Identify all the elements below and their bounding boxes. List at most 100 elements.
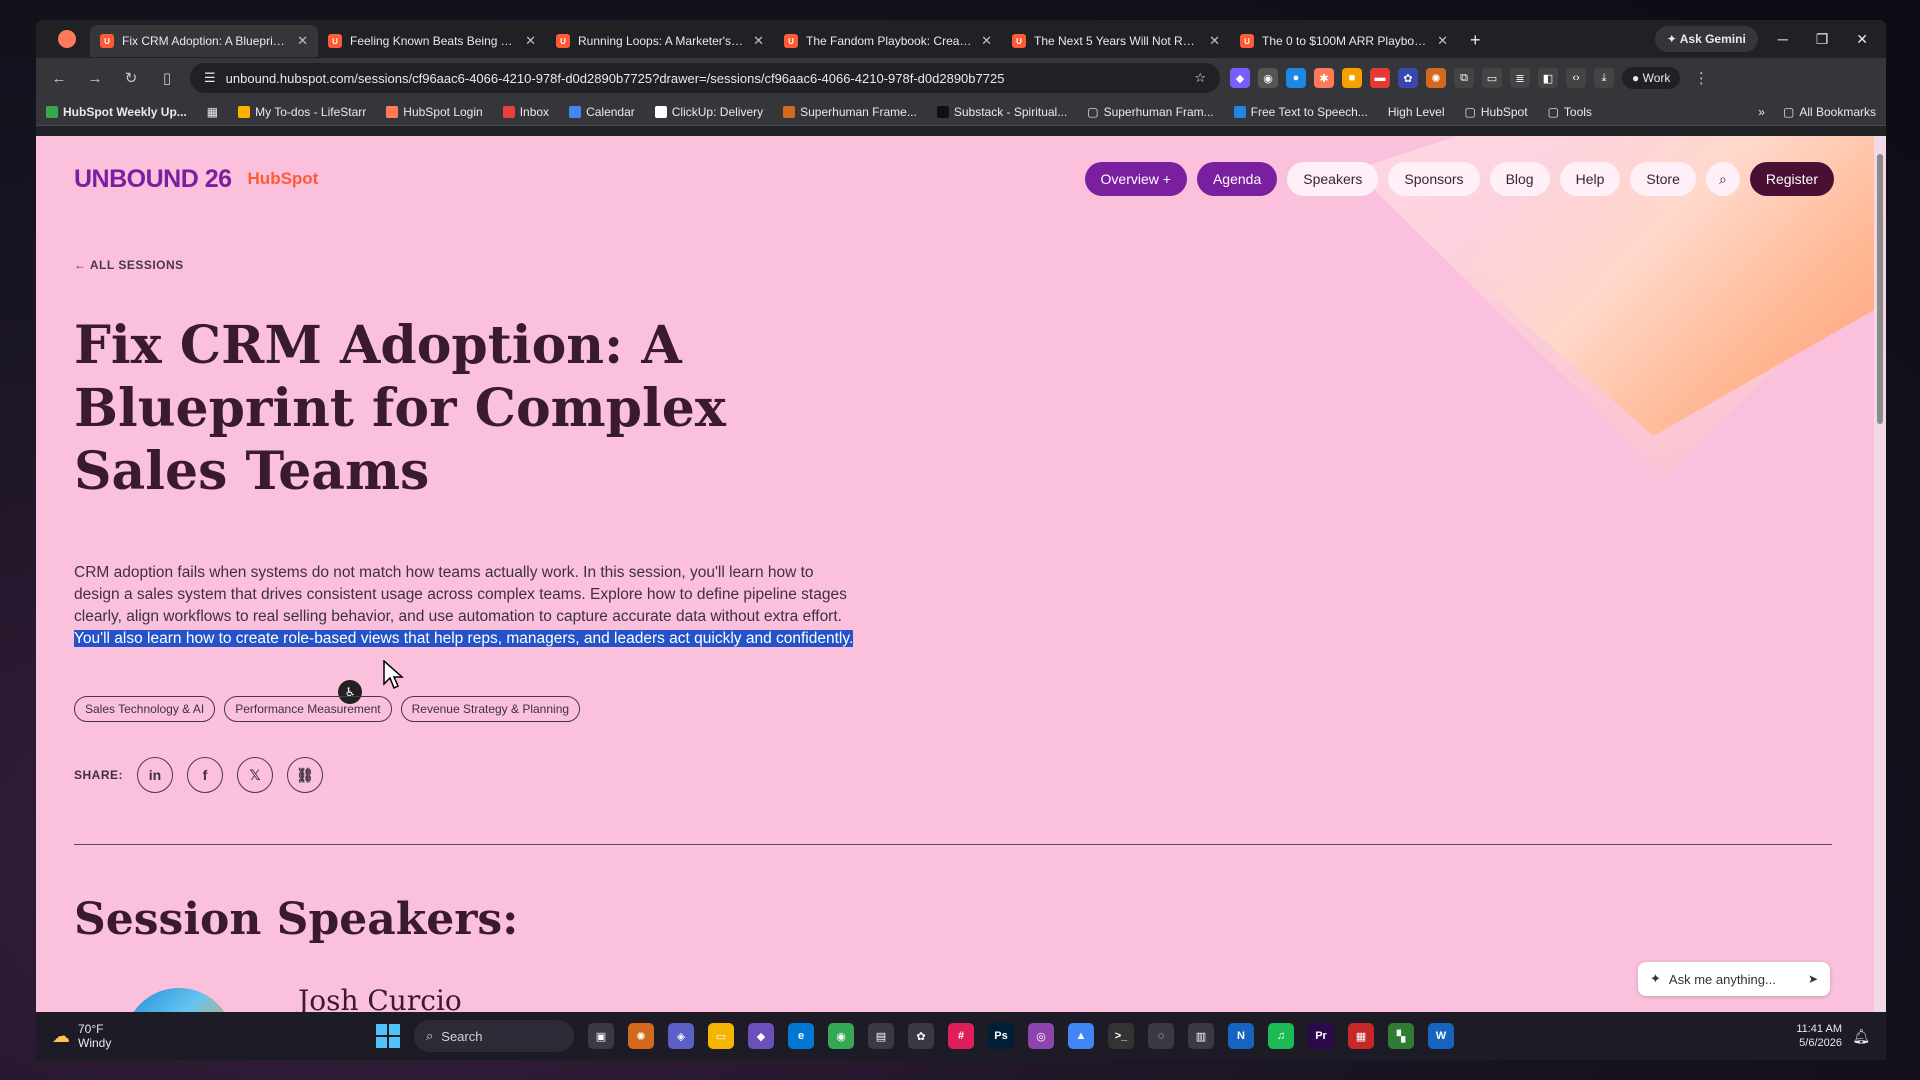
windows-start-icon[interactable] (376, 1024, 400, 1048)
notion-icon[interactable]: N (1228, 1023, 1254, 1049)
system-clock[interactable]: 11:41 AM 5/6/2026 (1796, 1022, 1842, 1050)
bookmark-11[interactable]: ▢ HubSpot (1465, 105, 1528, 119)
bookmark-7[interactable]: Substack - Spiritual... (936, 105, 1067, 119)
speaker-photo[interactable] (124, 988, 234, 1012)
bookmark-12[interactable]: ▢ Tools (1548, 105, 1592, 119)
close-tab-icon[interactable]: ✕ (1437, 33, 1448, 49)
site-info-icon[interactable]: ☰ (204, 70, 216, 86)
nav-agenda[interactable]: Agenda (1196, 162, 1278, 196)
tab-3[interactable]: U The Fandom Playbook: Create F ✕ (774, 25, 1002, 57)
linkedin-icon[interactable]: in (137, 757, 174, 793)
back-arrow-icon[interactable]: ← (46, 65, 72, 91)
nav-sponsors[interactable]: Sponsors (1388, 162, 1480, 196)
nav-overview[interactable]: Overview + (1084, 162, 1187, 196)
hubspot-extension-icon[interactable]: ✱ (1314, 68, 1334, 88)
nav-speakers[interactable]: Speakers (1287, 162, 1379, 196)
address-bar[interactable]: ☰ unbound.hubspot.com/sessions/cf96aac6-… (190, 63, 1220, 93)
all-bookmarks[interactable]: ▢ All Bookmarks (1783, 105, 1876, 119)
nav-help[interactable]: Help (1559, 162, 1621, 196)
facebook-icon[interactable]: f (187, 757, 224, 793)
scrollbar-thumb[interactable] (1877, 154, 1883, 424)
bookmark-9[interactable]: Free Text to Speech... (1233, 105, 1368, 119)
send-icon[interactable]: ➤ (1808, 972, 1818, 986)
task-view-icon[interactable]: ▣ (588, 1023, 614, 1049)
weather-widget[interactable]: ☁ 70°F Windy (52, 1022, 111, 1050)
terminal-icon[interactable]: >_ (1108, 1023, 1134, 1049)
tag-0[interactable]: Sales Technology & AI (74, 696, 216, 722)
close-tab-icon[interactable]: ✕ (1209, 33, 1220, 49)
close-window-icon[interactable]: ✕ (1856, 31, 1868, 48)
store-icon[interactable]: ▤ (868, 1023, 894, 1049)
app-icon[interactable]: ▚ (1388, 1023, 1414, 1049)
chat-input[interactable]: Ask me anything... (1669, 972, 1776, 987)
reload-icon[interactable]: ↻ (118, 65, 144, 91)
app-icon[interactable]: ◆ (748, 1023, 774, 1049)
app-icon[interactable]: ◎ (1028, 1023, 1054, 1049)
claude-extension-icon[interactable]: ✺ (1426, 68, 1446, 88)
close-tab-icon[interactable]: ✕ (753, 33, 764, 49)
hubspot-logo[interactable]: HubSpot (248, 169, 319, 189)
notification-bell-icon[interactable]: 🔔︎ (1852, 1028, 1870, 1045)
download-icon[interactable]: ⤓ (1594, 68, 1614, 88)
all-sessions-link[interactable]: ← ALL SESSIONS (74, 258, 184, 272)
more-bookmarks-icon[interactable]: » (1758, 105, 1765, 119)
ask-gemini-button[interactable]: ✦ Ask Gemini (1654, 26, 1758, 52)
claude-app-icon[interactable]: ✺ (628, 1023, 654, 1049)
close-tab-icon[interactable]: ✕ (981, 33, 992, 49)
slack-icon[interactable]: # (948, 1023, 974, 1049)
extension-icon[interactable]: ● (1286, 68, 1306, 88)
unbound-logo[interactable]: UNBOUND 26 (74, 165, 232, 194)
split-view-icon[interactable]: ▯ (154, 65, 180, 91)
spotify-icon[interactable]: ♫ (1268, 1023, 1294, 1049)
speaker-name[interactable]: Josh Curcio (298, 984, 462, 1012)
profile-button[interactable]: ● Work (1622, 67, 1681, 89)
extensions-puzzle-icon[interactable]: ⧉ (1454, 68, 1474, 88)
bookmark-1[interactable]: My To-dos - LifeStarr (238, 105, 366, 119)
bookmark-0[interactable]: HubSpot Weekly Up... (46, 105, 187, 119)
bookmark-8[interactable]: ▢ Superhuman Fram... (1087, 105, 1213, 119)
word-icon[interactable]: W (1428, 1023, 1454, 1049)
copilot-icon[interactable]: ◈ (668, 1023, 694, 1049)
app-icon[interactable]: ◌ (1148, 1023, 1174, 1049)
side-panel-icon[interactable]: ◧ (1538, 68, 1558, 88)
extension-icon[interactable]: ▬ (1370, 68, 1390, 88)
file-explorer-icon[interactable]: ▭ (708, 1023, 734, 1049)
extension-icon[interactable]: ■ (1342, 68, 1362, 88)
close-tab-icon[interactable]: ✕ (297, 33, 308, 49)
tag-1[interactable]: Performance Measurement (224, 696, 392, 722)
close-tab-icon[interactable]: ✕ (525, 33, 536, 49)
tab-0[interactable]: U Fix CRM Adoption: A Blueprint f ✕ (90, 25, 318, 57)
chat-widget[interactable]: ✦ Ask me anything... ➤ (1638, 962, 1830, 996)
x-twitter-icon[interactable]: 𝕏 (237, 757, 274, 793)
chrome-icon[interactable]: ◉ (828, 1023, 854, 1049)
bookmark-2[interactable]: HubSpot Login (386, 105, 483, 119)
tab-4[interactable]: U The Next 5 Years Will Not Rewa ✕ (1002, 25, 1230, 57)
link-icon[interactable]: ⛓ (287, 757, 324, 793)
tag-2[interactable]: Revenue Strategy & Planning (400, 696, 581, 722)
taskbar-search[interactable]: ⌕ Search (414, 1020, 574, 1052)
nav-store[interactable]: Store (1630, 162, 1696, 196)
restore-icon[interactable]: ❐ (1816, 31, 1829, 48)
register-button[interactable]: Register (1749, 162, 1834, 196)
bookmark-star-icon[interactable]: ☆ (1194, 70, 1206, 86)
photoshop-icon[interactable]: Ps (988, 1023, 1014, 1049)
cast-icon[interactable]: ▭ (1482, 68, 1502, 88)
apps-grid-icon[interactable]: ▦ (207, 105, 218, 119)
bookmark-6[interactable]: Superhuman Frame... (783, 105, 917, 119)
app-icon[interactable]: ▥ (1188, 1023, 1214, 1049)
devtools-icon[interactable]: ‹› (1566, 68, 1586, 88)
minimize-icon[interactable]: ─ (1778, 31, 1788, 48)
reading-list-icon[interactable]: ≣ (1510, 68, 1530, 88)
nav-blog[interactable]: Blog (1489, 162, 1550, 196)
extension-icon[interactable]: ✿ (1398, 68, 1418, 88)
browser-menu-icon[interactable] (58, 30, 76, 48)
chatgpt-icon[interactable]: ✿ (908, 1023, 934, 1049)
app-icon[interactable]: ▲ (1068, 1023, 1094, 1049)
more-menu-icon[interactable]: ⋮ (1688, 65, 1714, 91)
premiere-icon[interactable]: Pr (1308, 1023, 1334, 1049)
tab-1[interactable]: U Feeling Known Beats Being Targ ✕ (318, 25, 546, 57)
extension-icon[interactable]: ◆ (1230, 68, 1250, 88)
bookmark-4[interactable]: Calendar (569, 105, 635, 119)
search-icon[interactable]: ⌕ (1705, 162, 1740, 196)
bookmark-10[interactable]: High Level (1388, 105, 1445, 119)
